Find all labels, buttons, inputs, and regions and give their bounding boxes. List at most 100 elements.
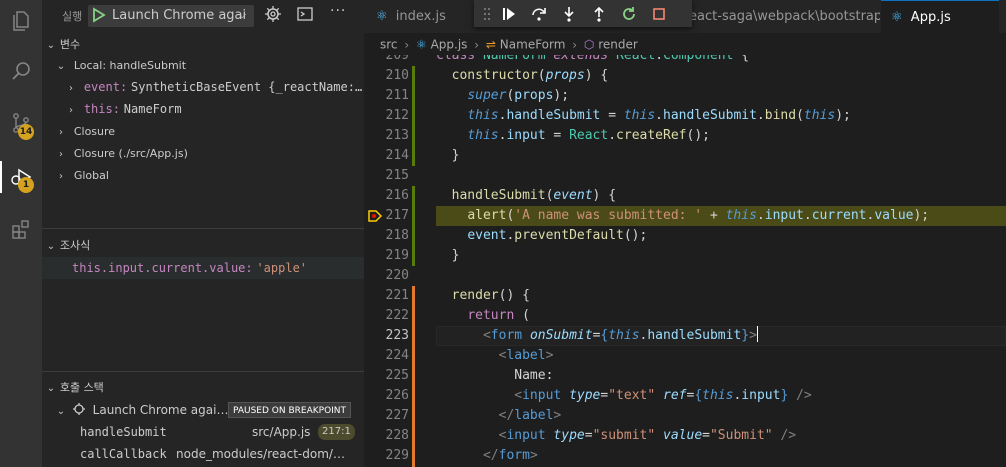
class-icon: ⇌	[485, 37, 496, 52]
local-scope-label: Local: handleSubmit	[73, 59, 187, 72]
step-over-icon[interactable]	[524, 3, 554, 25]
line-number: 227	[385, 408, 409, 423]
scope-label: Global	[73, 169, 109, 182]
launch-config-select[interactable]: Launch Chrome agai ⌵	[88, 5, 254, 27]
scope-local[interactable]: ⌄ Local: handleSubmit	[42, 54, 364, 76]
line-number: 212	[385, 108, 409, 123]
line-number: 219	[385, 248, 409, 263]
launch-config-label: Launch Chrome agai	[112, 8, 247, 23]
scope-global[interactable]: › Global	[42, 164, 364, 186]
divider	[42, 228, 364, 229]
breadcrumb-file[interactable]: App.js	[431, 38, 468, 52]
code-line: render() {	[451, 288, 530, 303]
scope-closure[interactable]: › Closure	[42, 120, 364, 142]
chevron-right-icon: ›	[404, 37, 410, 52]
watch-title: 조사식	[59, 239, 91, 252]
debug-badge: 1	[18, 177, 34, 193]
code-line: <input type="text" ref={this.input} />	[514, 388, 812, 403]
stop-icon[interactable]	[644, 3, 674, 25]
git-modified-bar	[412, 286, 415, 467]
var-row-this[interactable]: › this: NameForm	[42, 98, 364, 120]
restart-icon[interactable]	[614, 3, 644, 25]
var-value: NameForm	[123, 102, 182, 116]
scope-label: Closure (./src/App.js)	[73, 147, 188, 160]
watch-section-header[interactable]: ⌄ 조사식	[42, 234, 364, 256]
git-added-bar	[412, 66, 415, 166]
watch-item[interactable]: this.input.current.value: 'apple'	[42, 257, 364, 279]
label-text: Name:	[514, 368, 554, 383]
submit-value: "Submit"	[709, 428, 773, 443]
step-into-icon[interactable]	[554, 3, 584, 25]
watch-expression: this.input.current.value:	[72, 261, 253, 275]
line-number: 211	[385, 88, 409, 103]
chevron-down-icon: ⌄	[56, 61, 66, 72]
var-row-event[interactable]: › event: SyntheticBaseEvent {_reactName:…	[42, 76, 364, 98]
frame-name: handleSubmit	[80, 425, 167, 439]
line-number: 210	[385, 68, 409, 83]
tab-label: index.js	[395, 9, 446, 24]
type-submit-value: "submit"	[592, 428, 656, 443]
chevron-down-icon: ⌄	[46, 40, 56, 51]
line-number: 217	[385, 208, 409, 223]
more-actions-icon[interactable]: ···	[330, 3, 346, 19]
files-icon[interactable]	[5, 5, 37, 37]
drag-handle-icon[interactable]	[480, 3, 494, 25]
extensions-icon[interactable]	[5, 213, 37, 245]
breadcrumb-class[interactable]: NameForm	[500, 38, 566, 52]
text-cursor	[756, 326, 758, 342]
breadcrumb-folder[interactable]: src	[380, 38, 398, 52]
scm-badge: 14	[18, 124, 34, 140]
callstack-section-header[interactable]: ⌄ 호출 스택	[42, 376, 364, 398]
stack-frame[interactable]: handleSubmit src/App.js 217:1	[42, 421, 364, 443]
frame-name: callCallback	[80, 447, 167, 461]
chevron-right-icon: ›	[474, 37, 480, 52]
search-icon[interactable]	[5, 55, 37, 87]
code-line: </label>	[498, 408, 562, 423]
tab-label: react-saga\webpack\bootstrap	[684, 9, 880, 24]
chevron-right-icon: ›	[69, 83, 73, 94]
debug-floating-toolbar	[474, 0, 692, 27]
chevron-down-icon: ⌵	[238, 8, 247, 21]
line-number: 216	[385, 188, 409, 203]
code-line: Name:	[436, 366, 1006, 386]
code-line: super(props);	[467, 88, 570, 103]
debug-console-icon[interactable]	[296, 5, 314, 26]
stack-frame[interactable]: callCallback node_modules/react-dom/…	[42, 443, 364, 465]
line-number: 215	[385, 168, 409, 183]
line-number: 225	[385, 368, 409, 383]
git-added-bar	[412, 186, 415, 266]
continue-icon[interactable]	[494, 3, 524, 25]
tab-index-js[interactable]: ⚛ index.js	[364, 0, 474, 33]
run-label: 실행	[62, 10, 83, 23]
gear-icon[interactable]	[264, 5, 282, 26]
variables-section-header[interactable]: ⌄ 변수	[42, 33, 364, 55]
tab-app-js[interactable]: ⚛ App.js	[881, 0, 999, 33]
scope-closure-app[interactable]: › Closure (./src/App.js)	[42, 142, 364, 164]
chevron-right-icon: ›	[69, 105, 73, 116]
code-line: return (	[467, 308, 530, 323]
react-icon: ⚛	[891, 10, 903, 25]
session-label: Launch Chrome agai…	[92, 403, 229, 417]
chevron-right-icon: ›	[59, 127, 63, 138]
tab-webpack-bootstrap[interactable]: react-saga\webpack\bootstrap	[684, 0, 880, 33]
step-out-icon[interactable]	[584, 3, 614, 25]
breadcrumb-method[interactable]: render	[598, 38, 638, 52]
code-line: constructor(props) {	[451, 68, 609, 83]
code-editor[interactable]: 209 210 211 212 213 214 215 216 217 218 219 220 221 2…	[364, 55, 1006, 467]
active-indicator	[0, 161, 2, 193]
code-line: alert('A name was submitted: ' + this.in…	[467, 208, 930, 223]
chevron-down-icon: ⌄	[46, 383, 56, 394]
code-line: <label>	[498, 348, 554, 363]
code-line: }	[436, 148, 460, 163]
react-icon: ⚛	[416, 37, 427, 52]
tab-label: App.js	[910, 10, 951, 25]
var-name: this:	[83, 102, 120, 116]
chevron-down-icon: ⌄	[46, 241, 56, 252]
var-value: SyntheticBaseEvent {_reactName:…	[131, 80, 363, 94]
callstack-session[interactable]: ⌄ Launch Chrome agai… PAUSED ON BREAKPOI…	[42, 399, 364, 421]
chevron-down-icon: ⌄	[56, 406, 66, 417]
start-debug-icon[interactable]	[92, 7, 106, 26]
line-number: 223	[385, 328, 409, 343]
